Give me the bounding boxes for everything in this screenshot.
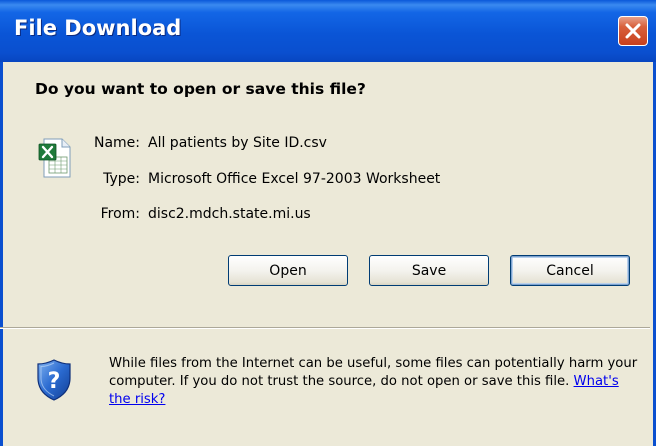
cancel-button[interactable]: Cancel	[510, 255, 630, 286]
dialog-question: Do you want to open or save this file?	[35, 80, 366, 98]
file-source-value: disc2.mdch.state.mi.us	[148, 206, 311, 222]
file-download-dialog: File Download Do you want to open or sav…	[0, 0, 656, 446]
name-label: Name:	[93, 135, 140, 151]
window-title: File Download	[14, 16, 182, 40]
security-shield-question-icon: ?	[37, 359, 71, 401]
close-icon	[625, 23, 641, 39]
save-button[interactable]: Save	[369, 255, 489, 286]
file-source-row: From: disc2.mdch.state.mi.us	[70, 206, 630, 226]
file-type-value: Microsoft Office Excel 97-2003 Worksheet	[148, 171, 441, 187]
warning-text: While files from the Internet can be use…	[109, 356, 638, 389]
close-button[interactable]	[618, 16, 648, 46]
title-bar[interactable]: File Download	[0, 0, 656, 62]
from-label: From:	[100, 206, 140, 222]
svg-text:?: ?	[48, 369, 61, 394]
file-name-row: Name: All patients by Site ID.csv	[70, 135, 630, 155]
type-label: Type:	[103, 171, 140, 187]
separator	[0, 327, 650, 329]
file-type-row: Type: Microsoft Office Excel 97-2003 Wor…	[70, 171, 630, 191]
open-button[interactable]: Open	[228, 255, 348, 286]
file-name-value: All patients by Site ID.csv	[148, 135, 327, 151]
security-warning: While files from the Internet can be use…	[109, 355, 639, 409]
excel-file-icon	[38, 138, 71, 178]
